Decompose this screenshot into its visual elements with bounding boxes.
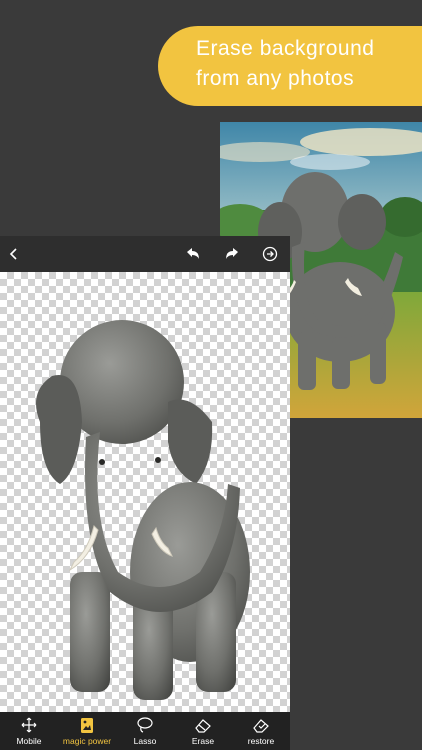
restore-brush-icon [251, 716, 271, 734]
tool-erase[interactable]: Erase [174, 712, 232, 750]
undo-icon[interactable] [181, 242, 205, 266]
cutout-elephant [36, 320, 250, 700]
tool-magic-power[interactable]: magic power [58, 712, 116, 750]
promo-line-2: from any photos [196, 67, 355, 90]
tool-label: Mobile [16, 736, 42, 746]
back-chevron-icon[interactable] [2, 242, 26, 266]
promo-banner: Erase background from any photos [158, 26, 422, 106]
tool-label: restore [247, 736, 275, 746]
tool-label: Lasso [133, 736, 157, 746]
lasso-icon [135, 716, 155, 734]
magic-image-icon [77, 716, 97, 734]
redo-icon[interactable] [220, 242, 244, 266]
move-arrows-icon [19, 716, 39, 734]
eraser-icon [193, 716, 213, 734]
tool-label: Erase [191, 736, 215, 746]
promo-line-1: Erase background [196, 37, 375, 60]
editor-panel: Mobile magic power Lasso Erase restore [0, 236, 290, 750]
tool-restore[interactable]: restore [232, 712, 290, 750]
transparent-canvas[interactable] [0, 272, 290, 712]
tool-lasso[interactable]: Lasso [116, 712, 174, 750]
export-icon[interactable] [258, 242, 282, 266]
tool-bar: Mobile magic power Lasso Erase restore [0, 712, 290, 750]
tool-mobile[interactable]: Mobile [0, 712, 58, 750]
editor-topbar [0, 236, 290, 272]
tool-label: magic power [62, 736, 112, 746]
